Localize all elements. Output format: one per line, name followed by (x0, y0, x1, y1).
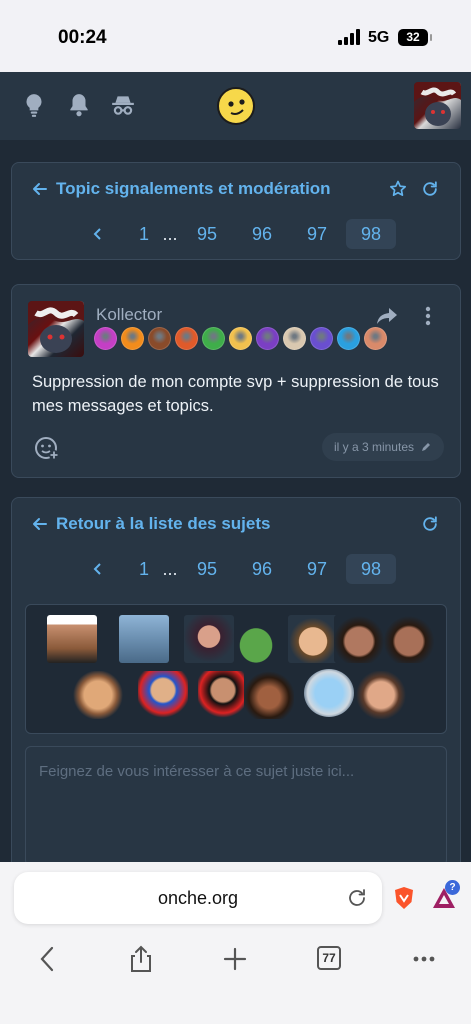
back-icon[interactable] (33, 944, 63, 974)
sticker-item[interactable] (119, 615, 169, 663)
badge-icon[interactable] (175, 327, 198, 350)
refresh-icon[interactable] (420, 514, 440, 534)
topic-title-row: Topic signalements et modération (32, 176, 440, 202)
brave-shield-icon[interactable] (393, 886, 415, 910)
back-to-list-link[interactable]: Retour à la liste des sujets (56, 514, 270, 534)
new-tab-icon[interactable] (220, 944, 250, 974)
share-icon[interactable] (126, 944, 156, 974)
ios-status-bar: 00:24 5G 32 (0, 0, 471, 72)
url-text: onche.org (157, 888, 239, 908)
page-link-97[interactable]: 97 (302, 219, 332, 249)
pagination-top: 1 ... 95 96 97 98 (12, 219, 460, 251)
post-author-avatar[interactable] (28, 301, 84, 357)
page-ellipsis: ... (162, 224, 178, 244)
reply-card: Retour à la liste des sujets 1 ... 95 96… (11, 497, 461, 877)
refresh-icon[interactable] (420, 179, 440, 199)
smiley-logo[interactable] (217, 87, 255, 125)
back-to-list-row: Retour à la liste des sujets (32, 511, 440, 537)
reply-textarea[interactable]: Feignez de vous intéresser à ce sujet ju… (25, 746, 447, 866)
bell-icon[interactable] (66, 92, 92, 118)
page-link-95[interactable]: 95 (192, 219, 222, 249)
post-timestamp: il y a 3 minutes (321, 433, 444, 461)
post-body: Suppression de mon compte svp + suppress… (32, 373, 439, 415)
badge-icon[interactable] (337, 327, 360, 350)
user-avatar[interactable] (414, 82, 461, 129)
badge-icon[interactable] (148, 327, 171, 350)
chevron-left-icon[interactable] (92, 562, 104, 576)
badge-icon[interactable] (256, 327, 279, 350)
browser-toolbar: onche.org ? 77 (0, 862, 471, 1024)
topic-header-card: Topic signalements et modération 1 ... 9… (11, 162, 461, 260)
star-icon[interactable] (388, 179, 408, 199)
avatar-image (28, 301, 84, 353)
page-link-96[interactable]: 96 (247, 219, 277, 249)
post-card: Kollector Suppression de mon compte svp … (11, 284, 461, 478)
arrow-left-icon[interactable] (32, 181, 48, 197)
sticker-item[interactable] (47, 615, 97, 663)
sticker-item[interactable] (334, 615, 384, 663)
badge-list (94, 327, 387, 350)
page-current-98[interactable]: 98 (346, 219, 396, 249)
lightbulb-icon[interactable] (21, 92, 47, 118)
chevron-left-icon[interactable] (92, 227, 104, 241)
pagination-bottom: 1 ... 95 96 97 98 (12, 554, 460, 586)
page-link-96[interactable]: 96 (247, 554, 277, 584)
page-link-95[interactable]: 95 (192, 554, 222, 584)
sticker-item[interactable] (384, 615, 434, 663)
tabs-button[interactable]: 77 (317, 946, 341, 970)
sticker-item[interactable] (73, 671, 123, 719)
address-bar[interactable]: onche.org (14, 872, 382, 924)
smiley-face-icon (228, 99, 245, 115)
arrow-left-icon[interactable] (32, 516, 48, 532)
battery-icon: 32 (398, 29, 432, 46)
reply-placeholder: Feignez de vous intéresser à ce sujet ju… (39, 763, 355, 780)
badge-icon[interactable] (229, 327, 252, 350)
reload-icon[interactable] (346, 887, 368, 909)
sticker-item[interactable] (356, 671, 406, 719)
sticker-item[interactable] (244, 671, 294, 719)
page-link-first[interactable]: 1 (136, 219, 152, 249)
pencil-icon[interactable] (420, 441, 432, 453)
sticker-item[interactable] (288, 615, 338, 663)
rewards-badge: ? (445, 880, 460, 895)
add-reaction-icon[interactable] (34, 435, 60, 461)
sticker-item[interactable] (184, 615, 234, 663)
timestamp-text: il y a 3 minutes (333, 440, 414, 454)
sticker-item[interactable] (138, 671, 188, 719)
share-icon[interactable] (376, 307, 398, 325)
page-current-98[interactable]: 98 (346, 554, 396, 584)
avatar-image (414, 82, 461, 126)
status-time: 00:24 (58, 27, 107, 48)
badge-icon[interactable] (202, 327, 225, 350)
badge-icon[interactable] (310, 327, 333, 350)
network-type: 5G (368, 29, 390, 46)
incognito-icon[interactable] (110, 92, 136, 118)
signal-icon (338, 29, 362, 45)
badge-icon[interactable] (121, 327, 144, 350)
more-menu-icon[interactable] (409, 944, 439, 974)
badge-icon[interactable] (364, 327, 387, 350)
vbucks-sticker[interactable] (304, 669, 354, 717)
sticker-item[interactable] (231, 619, 281, 667)
page-ellipsis: ... (162, 559, 178, 579)
page-link-97[interactable]: 97 (302, 554, 332, 584)
page-link-first[interactable]: 1 (136, 554, 152, 584)
more-options-icon[interactable] (424, 305, 432, 327)
sticker-item[interactable] (198, 671, 248, 719)
post-author-name[interactable]: Kollector (96, 305, 162, 325)
sticker-picker (25, 604, 447, 734)
badge-icon[interactable] (283, 327, 306, 350)
topic-title[interactable]: Topic signalements et modération (56, 179, 331, 199)
badge-icon[interactable] (94, 327, 117, 350)
